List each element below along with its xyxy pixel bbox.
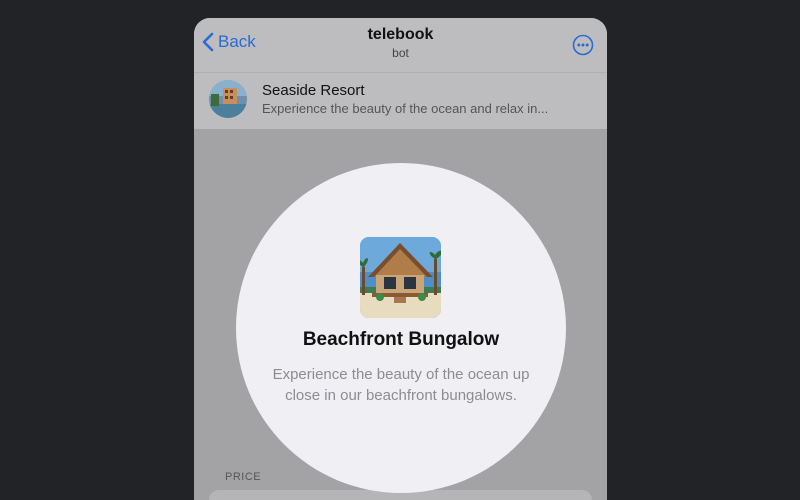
- product-spotlight: Beachfront Bungalow Experience the beaut…: [236, 163, 566, 493]
- chat-description: Experience the beauty of the ocean and r…: [262, 101, 549, 116]
- chat-header[interactable]: Seaside Resort Experience the beauty of …: [194, 72, 607, 129]
- chat-name: Seaside Resort: [262, 82, 365, 99]
- bungalow-image: [360, 237, 441, 318]
- product-image: [360, 237, 441, 318]
- product-title: Beachfront Bungalow: [302, 329, 500, 350]
- navigation-bar: Back telebook bot: [194, 18, 607, 72]
- product-description: Experience the beauty of the ocean up cl…: [272, 366, 530, 404]
- chat-avatar: [209, 80, 247, 118]
- more-dots-icon[interactable]: [572, 34, 594, 56]
- resort-avatar-image: [209, 80, 247, 118]
- bot-subtitle: bot: [392, 46, 409, 60]
- bot-title: telebook: [367, 26, 434, 43]
- price-label: PRICE: [225, 471, 262, 483]
